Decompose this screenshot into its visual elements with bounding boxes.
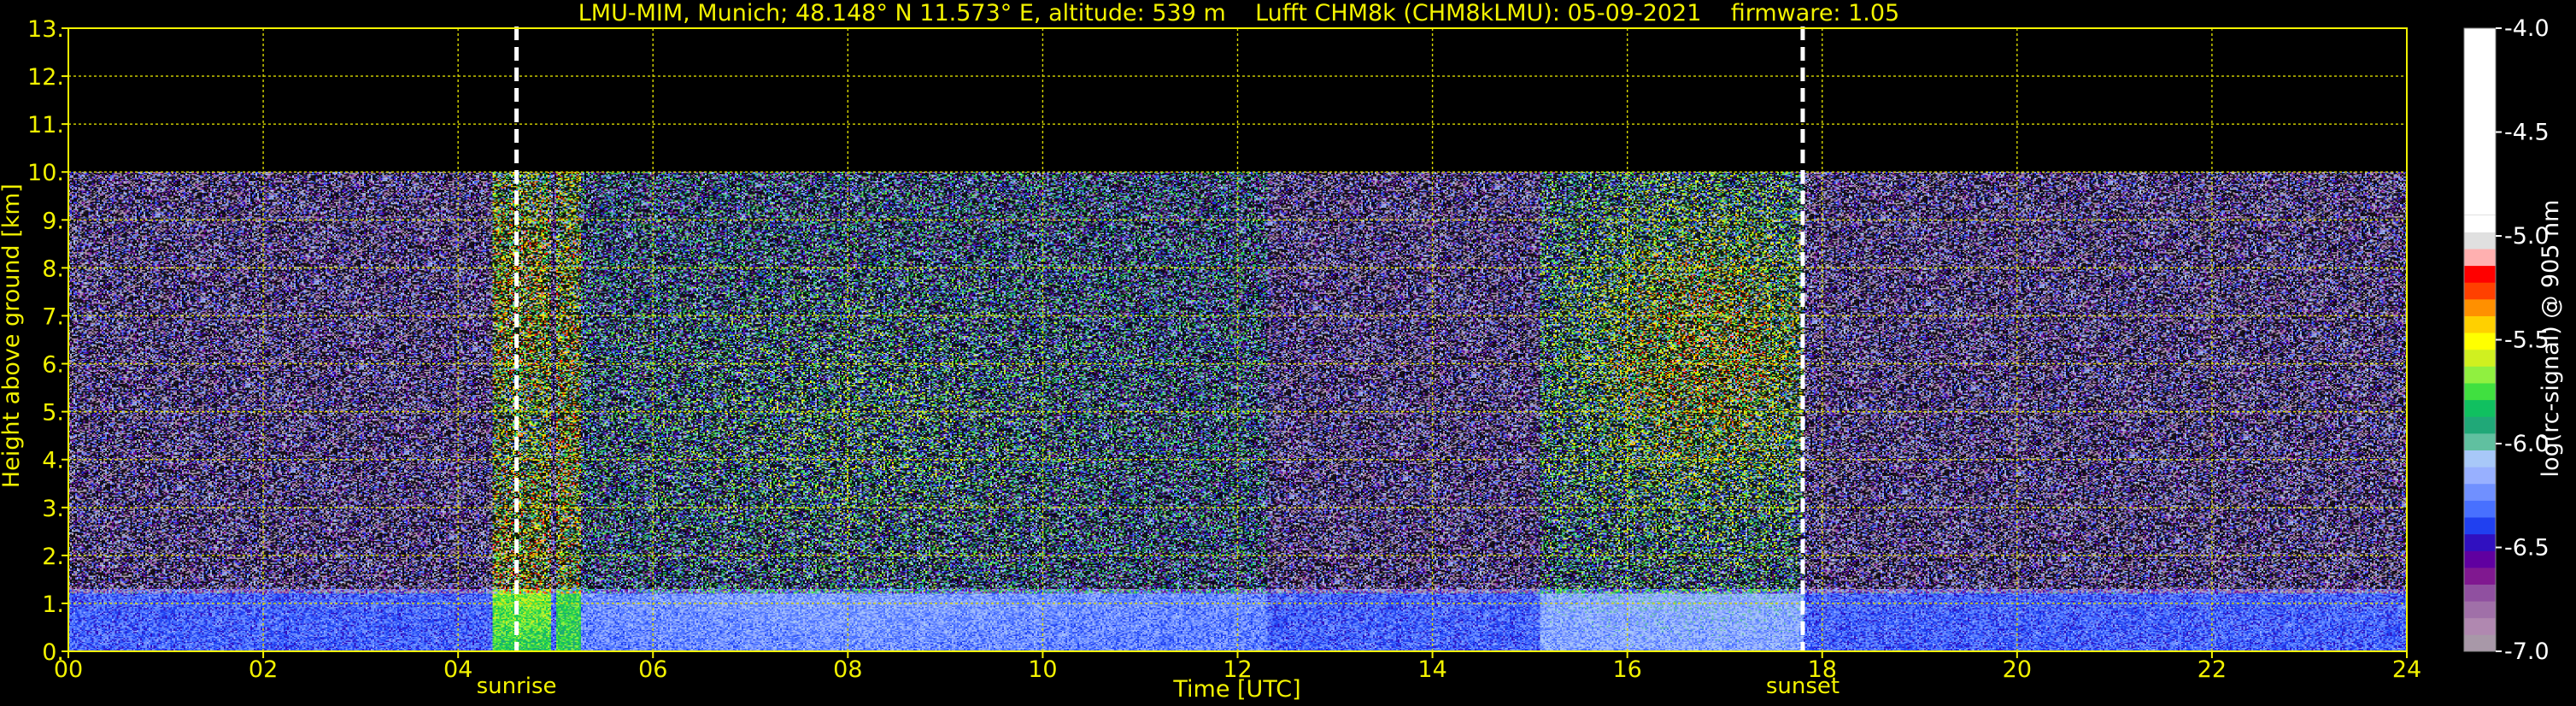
colorbar-segment: [2464, 282, 2496, 300]
colorbar-segment: [2464, 483, 2496, 501]
colorbar-segment: [2464, 533, 2496, 551]
colorbar-segment: [2464, 500, 2496, 518]
colorbar-segment: [2464, 601, 2496, 619]
y-tick-label: 7.: [42, 303, 64, 330]
colorbar-segment: [2464, 248, 2496, 267]
colorbar-segment: [2464, 232, 2496, 250]
x-tick-label: 24: [2392, 656, 2421, 683]
colorbar-tick-label: -4.5: [2504, 120, 2550, 146]
y-tick-label: 5.: [42, 400, 64, 427]
x-tick-label: 16: [1612, 656, 1641, 683]
colorbar-tick-label: -4.0: [2504, 15, 2550, 42]
colorbar: -4.0-4.5-5.0-5.5-6.0-6.5-7.0: [2463, 15, 2550, 665]
colorbar-segment: [2464, 382, 2496, 401]
colorbar-segment: [2464, 366, 2496, 384]
y-tick-label: 0.: [42, 639, 64, 666]
y-tick-label: 10.: [27, 160, 64, 186]
colorbar-segment: [2464, 450, 2496, 468]
colorbar-tick-label: -6.5: [2504, 535, 2550, 562]
x-tick-label: 18: [1808, 656, 1837, 683]
x-tick-label: 02: [249, 656, 278, 683]
x-tick-label: 10: [1028, 656, 1057, 683]
y-axis-label: Height above ground [km]: [0, 184, 25, 488]
colorbar-segment: [2464, 332, 2496, 350]
sunrise-label: sunrise: [477, 674, 557, 699]
y-tick-label: 8.: [42, 256, 64, 282]
colorbar-segment: [2464, 584, 2496, 602]
y-tick-label: 1.: [42, 591, 64, 618]
x-tick-label: 04: [443, 656, 472, 683]
colorbar-segment: [2464, 298, 2496, 316]
colorbar-segment: [2464, 399, 2496, 417]
y-tick-label: 3.: [42, 496, 64, 522]
x-tick-label: 08: [833, 656, 862, 683]
colorbar-segment: [2464, 550, 2496, 568]
colorbar-segment: [2464, 617, 2496, 635]
colorbar-label: log(rc-signal) @ 905 nm: [2538, 200, 2564, 478]
x-tick-label: 06: [638, 656, 667, 683]
x-tick-label: 22: [2198, 656, 2227, 683]
colorbar-segment: [2464, 567, 2496, 585]
colorbar-segment: [2464, 349, 2496, 367]
y-tick-label: 2.: [42, 544, 64, 570]
x-tick-label: 20: [2003, 656, 2032, 683]
colorbar-segment: [2464, 432, 2496, 450]
y-tick-label: 6.: [42, 352, 64, 379]
colorbar-tick-label: -7.0: [2504, 638, 2550, 665]
colorbar-segment: [2464, 215, 2496, 232]
colorbar-segment: [2464, 467, 2496, 485]
colorbar-segment: [2464, 634, 2496, 652]
colorbar-segment: [2464, 416, 2496, 434]
y-tick-label: 12.: [27, 64, 64, 91]
chart-title: LMU-MIM, Munich; 48.148° N 11.573° E, al…: [578, 0, 1900, 26]
colorbar-top: [2464, 28, 2496, 215]
colorbar-segment: [2464, 516, 2496, 535]
y-tick-label: 9.: [42, 208, 64, 234]
colorbar-segment: [2464, 315, 2496, 333]
x-tick-label: 14: [1417, 656, 1446, 683]
ceilometer-figure: sunrise sunset 00 02 04 06 08 10 12 14 16 18 20 22 24…: [0, 15, 2564, 703]
colorbar-segment: [2464, 265, 2496, 283]
x-axis-label: Time [UTC]: [1172, 676, 1300, 703]
y-tick-label: 11.: [27, 112, 64, 138]
y-tick-label: 4.: [42, 448, 64, 474]
